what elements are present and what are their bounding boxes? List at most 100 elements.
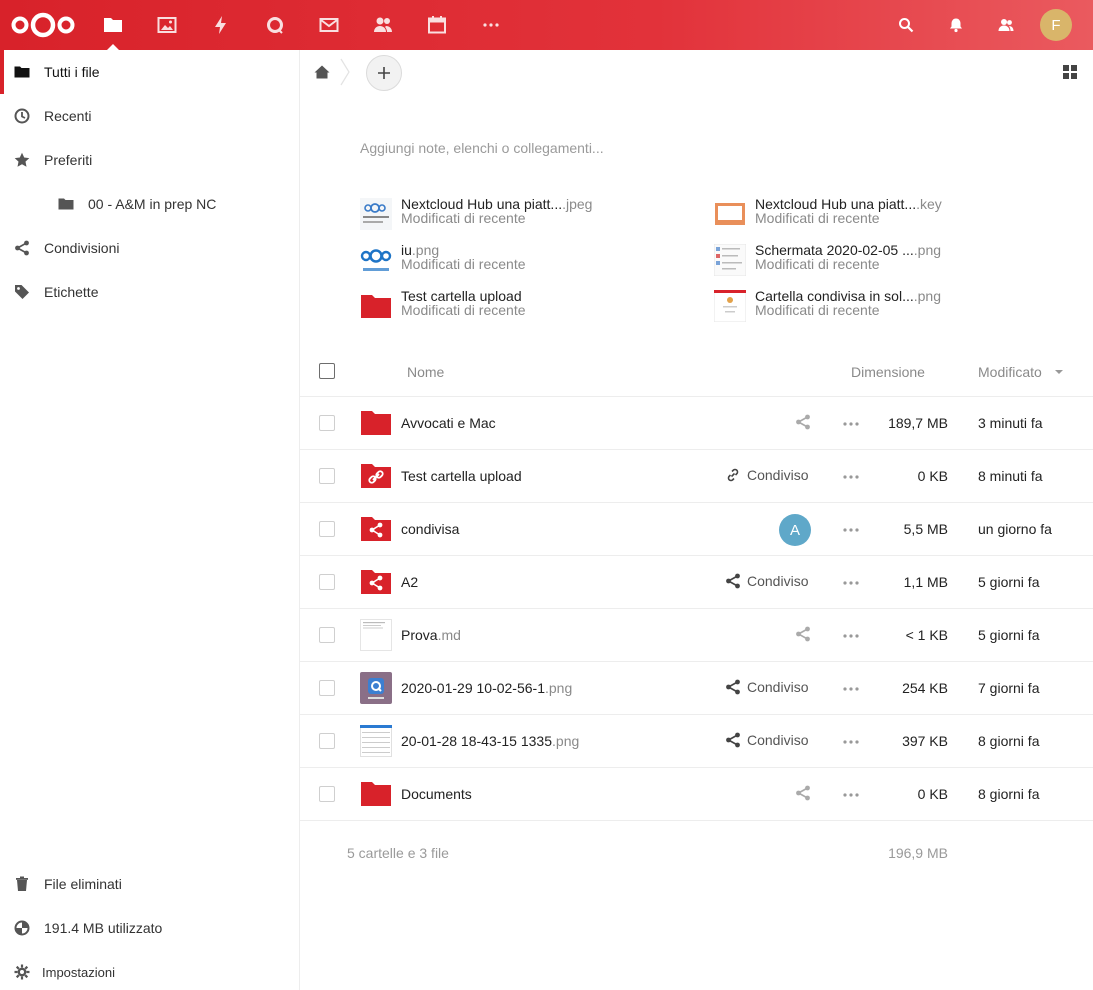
- more-actions-icon[interactable]: [843, 528, 859, 532]
- recent-item[interactable]: Nextcloud Hub una piatt....key Modificat…: [714, 194, 1044, 234]
- file-row[interactable]: A2 Condiviso 1,1 MB 5 giorni fa: [300, 556, 1093, 609]
- notifications-button[interactable]: [931, 0, 981, 50]
- new-file-button[interactable]: [366, 55, 402, 91]
- share-button[interactable]: [795, 414, 811, 430]
- row-checkbox[interactable]: [319, 521, 335, 537]
- recent-item[interactable]: Schermata 2020-02-05 ....png Modificati …: [714, 240, 1044, 280]
- more-actions-icon[interactable]: [843, 687, 859, 691]
- file-row[interactable]: 20-01-28 18-43-15 1335.png Condiviso 397…: [300, 715, 1093, 768]
- nav-favorites[interactable]: Preferiti: [0, 138, 299, 182]
- more-actions-icon[interactable]: [843, 422, 859, 426]
- file-modified: 7 giorni fa: [978, 680, 1040, 696]
- recent-item[interactable]: Nextcloud Hub una piatt....jpeg Modifica…: [360, 194, 690, 234]
- file-ext: .md: [437, 627, 461, 643]
- column-modified-header[interactable]: Modificato: [978, 364, 1042, 380]
- share-label: Condiviso: [747, 679, 809, 695]
- file-modified: un giorno fa: [978, 521, 1052, 537]
- quota-icon: [14, 920, 30, 936]
- file-size: < 1 KB: [905, 627, 948, 643]
- notes-input[interactable]: Aggiungi note, elenchi o collegamenti...: [360, 140, 604, 156]
- share-button[interactable]: Condiviso: [725, 732, 808, 748]
- file-basename: Avvocati e Mac: [401, 415, 496, 431]
- app-calendar[interactable]: [410, 0, 464, 50]
- row-checkbox[interactable]: [319, 786, 335, 802]
- recent-subtitle: Modificati di recente: [755, 256, 880, 272]
- nav-deleted-files[interactable]: File eliminati: [0, 862, 299, 906]
- row-checkbox[interactable]: [319, 733, 335, 749]
- select-all-checkbox[interactable]: [319, 363, 335, 379]
- column-name-header[interactable]: Nome: [407, 364, 444, 380]
- search-button[interactable]: [881, 0, 931, 50]
- app-files[interactable]: [86, 0, 140, 50]
- recent-subtitle: Modificati di recente: [755, 210, 880, 226]
- more-actions-icon[interactable]: [843, 475, 859, 479]
- files-icon: [104, 18, 122, 32]
- nextcloud-logo-icon[interactable]: [10, 9, 76, 41]
- recent-item[interactable]: Cartella condivisa in sol....png Modific…: [714, 286, 1044, 326]
- app-contacts[interactable]: [356, 0, 410, 50]
- nav-favorite-folder[interactable]: 00 - A&M in prep NC: [0, 182, 299, 226]
- file-name[interactable]: Avvocati e Mac: [401, 415, 496, 431]
- file-name[interactable]: 2020-01-29 10-02-56-1.png: [401, 680, 572, 696]
- recent-ext: .jpeg: [562, 196, 593, 212]
- file-row[interactable]: Prova.md < 1 KB 5 giorni fa: [300, 609, 1093, 662]
- share-button[interactable]: [795, 785, 811, 801]
- recent-item[interactable]: iu.png Modificati di recente: [360, 240, 690, 280]
- recent-item[interactable]: Test cartella upload Modificati di recen…: [360, 286, 690, 326]
- share-button[interactable]: Condiviso: [725, 679, 808, 695]
- file-name[interactable]: Prova.md: [401, 627, 461, 643]
- file-row[interactable]: Documents 0 KB 8 giorni fa: [300, 768, 1093, 821]
- file-name[interactable]: 20-01-28 18-43-15 1335.png: [401, 733, 579, 749]
- share-button[interactable]: Condiviso: [725, 467, 808, 483]
- app-talk[interactable]: [248, 0, 302, 50]
- more-actions-icon[interactable]: [843, 740, 859, 744]
- screenshot-thumbnail-icon: [714, 244, 746, 276]
- app-photos[interactable]: [140, 0, 194, 50]
- nav-tags[interactable]: Etichette: [0, 270, 299, 314]
- file-row[interactable]: Avvocati e Mac 189,7 MB 3 minuti fa: [300, 397, 1093, 450]
- image-thumbnail-icon: [360, 198, 392, 230]
- nav-tags-label: Etichette: [44, 284, 99, 300]
- nav-shares[interactable]: Condivisioni: [0, 226, 299, 270]
- file-modified: 3 minuti fa: [978, 415, 1043, 431]
- app-activity[interactable]: [194, 0, 248, 50]
- nav-settings[interactable]: Impostazioni: [0, 950, 299, 990]
- file-name[interactable]: Test cartella upload: [401, 468, 522, 484]
- file-size: 254 KB: [902, 680, 948, 696]
- file-row[interactable]: 2020-01-29 10-02-56-1.png Condiviso 254 …: [300, 662, 1093, 715]
- file-basename: 2020-01-29 10-02-56-1: [401, 680, 545, 696]
- gear-icon: [14, 964, 30, 980]
- nav-all-files[interactable]: Tutti i file: [0, 50, 299, 94]
- more-actions-icon[interactable]: [843, 581, 859, 585]
- share-button[interactable]: [795, 626, 811, 642]
- row-checkbox[interactable]: [319, 468, 335, 484]
- file-name[interactable]: A2: [401, 574, 418, 590]
- home-icon[interactable]: [314, 64, 330, 80]
- share-icon: [796, 626, 810, 642]
- more-actions-icon[interactable]: [843, 634, 859, 638]
- nav-recent[interactable]: Recenti: [0, 94, 299, 138]
- share-button[interactable]: Condiviso: [725, 573, 808, 589]
- file-name[interactable]: condivisa: [401, 521, 459, 537]
- grid-view-toggle-icon[interactable]: [1062, 64, 1078, 80]
- file-name[interactable]: Documents: [401, 786, 472, 802]
- app-more[interactable]: [464, 0, 518, 50]
- row-checkbox[interactable]: [319, 680, 335, 696]
- row-checkbox[interactable]: [319, 574, 335, 590]
- share-icon: [726, 573, 740, 589]
- file-size: 5,5 MB: [903, 521, 948, 537]
- nav-deleted-files-label: File eliminati: [44, 876, 122, 892]
- app-content: Aggiungi note, elenchi o collegamenti...…: [300, 50, 1093, 990]
- row-checkbox[interactable]: [319, 627, 335, 643]
- row-checkbox[interactable]: [319, 415, 335, 431]
- column-size-header[interactable]: Dimensione: [851, 364, 925, 380]
- file-basename: A2: [401, 574, 419, 590]
- file-size: 0 KB: [917, 786, 948, 802]
- file-row[interactable]: Test cartella upload Condiviso 0 KB 8 mi…: [300, 450, 1093, 503]
- contacts-menu-button[interactable]: [981, 0, 1031, 50]
- more-actions-icon[interactable]: [843, 793, 859, 797]
- app-mail[interactable]: [302, 0, 356, 50]
- file-row[interactable]: condivisa A 5,5 MB un giorno fa: [300, 503, 1093, 556]
- share-owner-avatar[interactable]: A: [779, 514, 811, 546]
- user-avatar[interactable]: F: [1040, 9, 1072, 41]
